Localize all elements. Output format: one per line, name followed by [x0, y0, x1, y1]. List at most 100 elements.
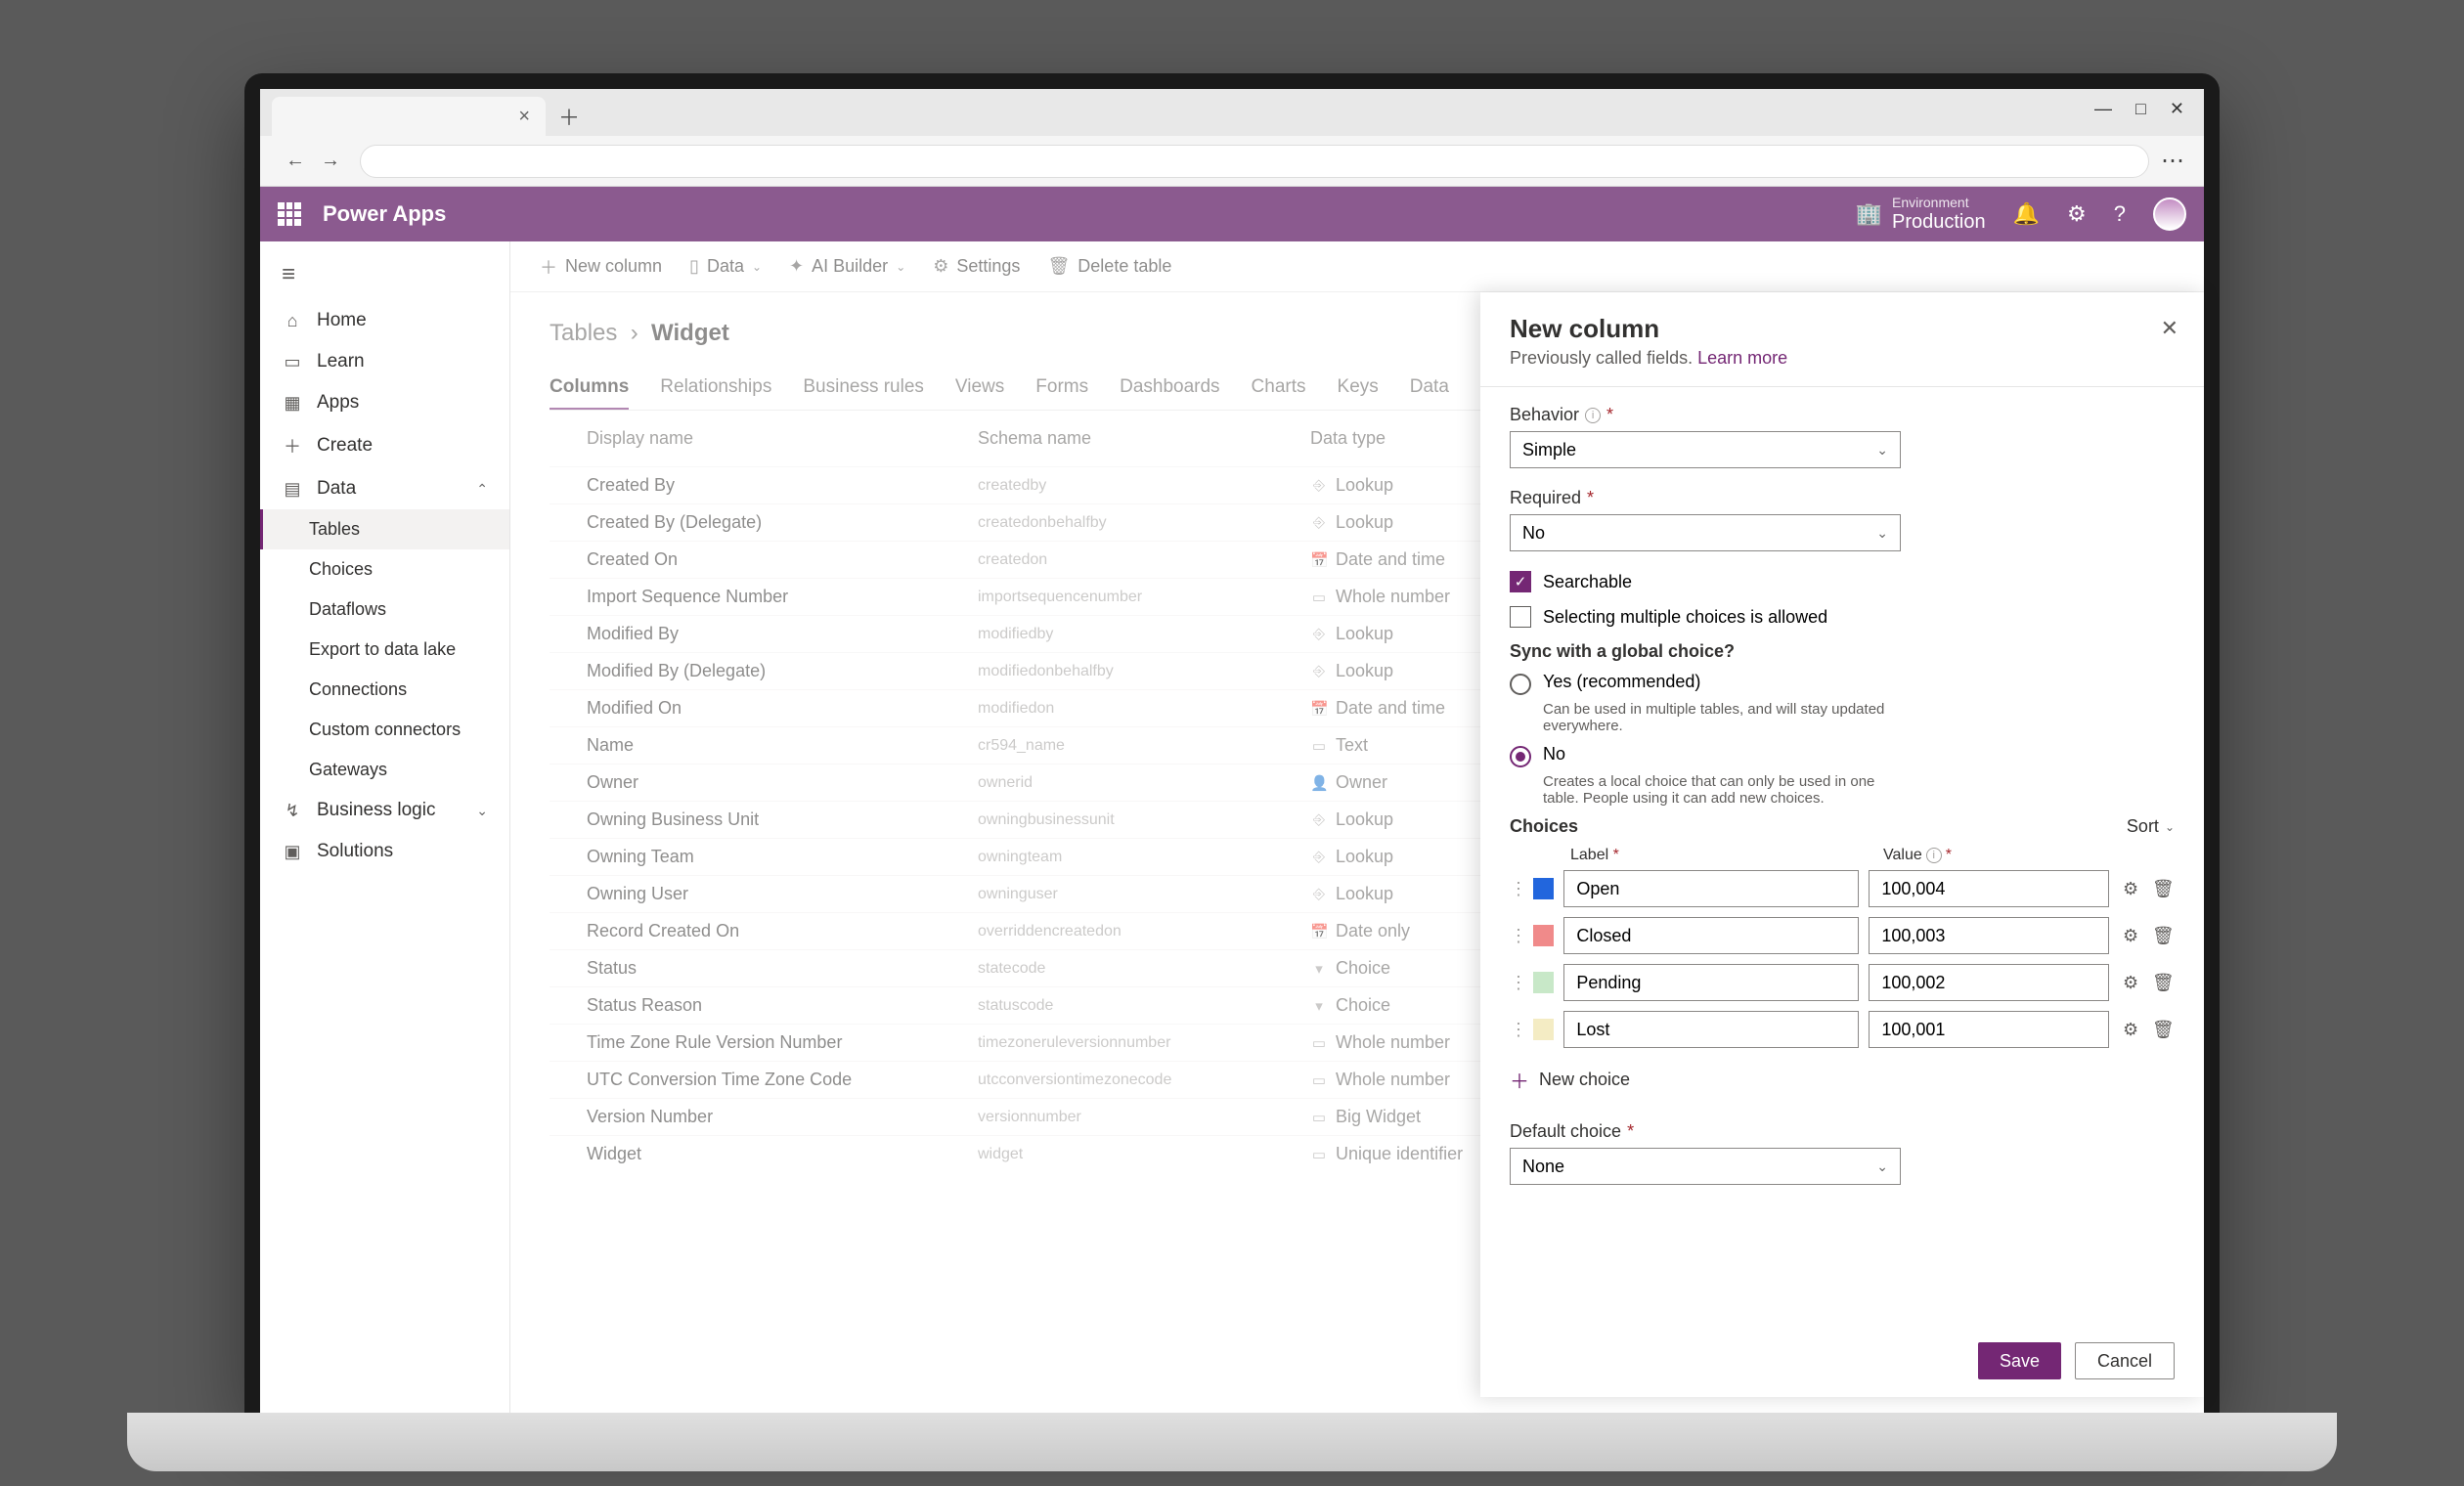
notifications-icon[interactable]: 🔔 — [2013, 201, 2040, 227]
info-icon[interactable]: i — [1926, 848, 1942, 863]
tab-close-icon[interactable]: × — [518, 106, 530, 128]
new-choice-button[interactable]: ＋ New choice — [1510, 1058, 2175, 1102]
choice-value-input[interactable] — [1869, 1011, 2109, 1048]
breadcrumb-parent[interactable]: Tables — [550, 320, 617, 346]
choice-value-input[interactable] — [1869, 870, 2109, 907]
sidebar-item-connections[interactable]: Connections — [260, 670, 509, 710]
window-minimize[interactable]: — — [2094, 99, 2112, 119]
required-select[interactable]: No⌄ — [1510, 514, 1901, 551]
choice-delete-icon[interactable]: 🗑 — [2152, 1020, 2175, 1040]
sidebar-item-dataflows[interactable]: Dataflows — [260, 590, 509, 630]
info-icon[interactable]: i — [1585, 408, 1601, 423]
panel-close-icon[interactable]: ✕ — [2161, 316, 2178, 341]
sidebar-item-solutions[interactable]: ▣Solutions — [260, 831, 509, 872]
sidebar-icon: ▤ — [282, 479, 303, 500]
sync-section-title: Sync with a global choice? — [1510, 641, 2175, 662]
save-button[interactable]: Save — [1978, 1342, 2061, 1379]
sidebar-icon: ＋ — [282, 433, 303, 459]
sidebar-item-create[interactable]: ＋Create — [260, 423, 509, 468]
sidebar-item-home[interactable]: ⌂Home — [260, 300, 509, 341]
sidebar-item-data[interactable]: ▤Data⌃ — [260, 468, 509, 509]
sidebar-item-choices[interactable]: Choices — [260, 549, 509, 590]
tab-data[interactable]: Data — [1410, 367, 1449, 410]
new-column-button[interactable]: ＋New column — [540, 254, 662, 280]
ai-builder-button[interactable]: ✦AI Builder⌄ — [789, 256, 905, 277]
cancel-button[interactable]: Cancel — [2075, 1342, 2175, 1379]
browser-address-bar: ← → ⋯ — [260, 136, 2204, 187]
sidebar-item-tables[interactable]: Tables — [260, 509, 509, 549]
sort-button[interactable]: Sort⌄ — [2127, 816, 2175, 837]
choice-label-input[interactable] — [1563, 917, 1859, 954]
color-swatch[interactable] — [1533, 878, 1554, 899]
tab-business-rules[interactable]: Business rules — [803, 367, 924, 410]
choice-value-input[interactable] — [1869, 917, 2109, 954]
sidebar-icon: ▣ — [282, 842, 303, 862]
choice-settings-icon[interactable]: ⚙ — [2119, 926, 2141, 946]
sidebar-item-business-logic[interactable]: ↯Business logic⌄ — [260, 790, 509, 831]
drag-handle-icon[interactable]: ⋮⋮ — [1510, 1020, 1523, 1040]
color-swatch[interactable] — [1533, 1019, 1554, 1040]
settings-button[interactable]: ⚙Settings — [933, 256, 1020, 277]
choice-settings-icon[interactable]: ⚙ — [2119, 879, 2141, 899]
avatar[interactable] — [2153, 197, 2186, 231]
choice-delete-icon[interactable]: 🗑 — [2152, 973, 2175, 993]
drag-handle-icon[interactable]: ⋮⋮ — [1510, 879, 1523, 899]
help-icon[interactable]: ? — [2114, 201, 2126, 227]
choice-value-input[interactable] — [1869, 964, 2109, 1001]
window-maximize[interactable]: □ — [2135, 99, 2146, 119]
drag-handle-icon[interactable]: ⋮⋮ — [1510, 926, 1523, 946]
choice-delete-icon[interactable]: 🗑 — [2152, 926, 2175, 946]
searchable-checkbox[interactable]: ✓ Searchable — [1510, 571, 2175, 592]
app-header: Power Apps 🏢 Environment Production 🔔 ⚙ … — [260, 187, 2204, 241]
multi-select-checkbox[interactable]: Selecting multiple choices is allowed — [1510, 606, 2175, 628]
default-choice-select[interactable]: None⌄ — [1510, 1148, 1901, 1185]
sidebar-item-apps[interactable]: ▦Apps — [260, 382, 509, 423]
data-button[interactable]: ▯Data⌄ — [689, 256, 762, 277]
address-input[interactable] — [360, 145, 2149, 178]
drag-handle-icon[interactable]: ⋮⋮ — [1510, 973, 1523, 993]
new-column-panel: New column Previously called fields. Lea… — [1480, 292, 2204, 1397]
tab-relationships[interactable]: Relationships — [660, 367, 771, 410]
nav-back[interactable]: ← — [278, 150, 313, 172]
new-tab-button[interactable]: ＋ — [551, 99, 587, 134]
app-launcher-icon[interactable] — [278, 202, 301, 226]
sync-no-desc: Creates a local choice that can only be … — [1543, 773, 1914, 807]
behavior-select[interactable]: Simple⌄ — [1510, 431, 1901, 468]
sidebar-item-learn[interactable]: ▭Learn — [260, 341, 509, 382]
tab-keys[interactable]: Keys — [1338, 367, 1379, 410]
tab-views[interactable]: Views — [955, 367, 1004, 410]
window-close[interactable]: ✕ — [2170, 99, 2184, 119]
choice-row: ⋮⋮ ⚙ 🗑 — [1510, 870, 2175, 907]
sync-yes-desc: Can be used in multiple tables, and will… — [1543, 701, 1914, 734]
tab-dashboards[interactable]: Dashboards — [1120, 367, 1219, 410]
sidebar: ≡ ⌂Home▭Learn▦Apps＋Create▤Data⌃ TablesCh… — [260, 241, 510, 1413]
sidebar-toggle[interactable]: ≡ — [260, 249, 509, 300]
sync-yes-radio[interactable]: Yes (recommended) — [1510, 672, 2175, 695]
learn-more-link[interactable]: Learn more — [1697, 348, 1787, 368]
color-swatch[interactable] — [1533, 972, 1554, 993]
environment-picker[interactable]: 🏢 Environment Production — [1856, 196, 1986, 232]
choice-delete-icon[interactable]: 🗑 — [2152, 879, 2175, 899]
breadcrumb-current: Widget — [651, 320, 729, 346]
sidebar-item-custom-connectors[interactable]: Custom connectors — [260, 710, 509, 750]
sidebar-icon: ▭ — [282, 352, 303, 372]
choice-settings-icon[interactable]: ⚙ — [2119, 973, 2141, 993]
tab-columns[interactable]: Columns — [550, 367, 629, 410]
sync-no-radio[interactable]: No — [1510, 744, 2175, 767]
sidebar-item-gateways[interactable]: Gateways — [260, 750, 509, 790]
settings-icon[interactable]: ⚙ — [2067, 201, 2087, 227]
color-swatch[interactable] — [1533, 925, 1554, 946]
sidebar-item-export-to-data-lake[interactable]: Export to data lake — [260, 630, 509, 670]
environment-name: Production — [1892, 211, 1986, 233]
choice-label-input[interactable] — [1563, 964, 1859, 1001]
delete-table-button[interactable]: 🗑Delete table — [1047, 256, 1171, 277]
nav-forward[interactable]: → — [313, 150, 348, 172]
choice-label-input[interactable] — [1563, 870, 1859, 907]
tab-charts[interactable]: Charts — [1252, 367, 1306, 410]
tab-forms[interactable]: Forms — [1035, 367, 1088, 410]
browser-tab[interactable]: × — [272, 97, 546, 136]
browser-more-icon[interactable]: ⋯ — [2161, 147, 2186, 175]
choice-label-input[interactable] — [1563, 1011, 1859, 1048]
choice-settings-icon[interactable]: ⚙ — [2119, 1020, 2141, 1040]
sidebar-icon: ⌂ — [282, 311, 303, 331]
